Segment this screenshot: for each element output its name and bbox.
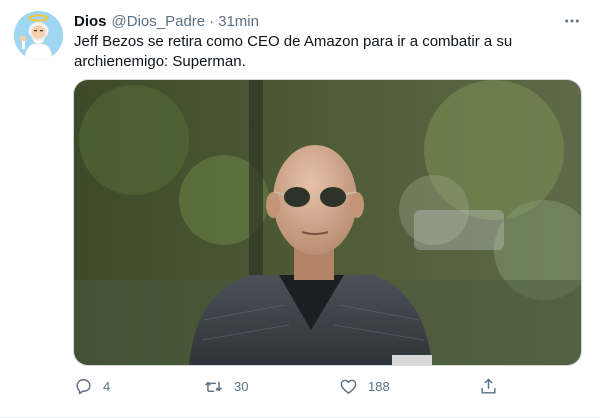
retweet-icon [205, 380, 222, 392]
tweet-text-line: Jeff Bezos se retira como CEO de Amazon … [74, 33, 513, 50]
header-separator: · [209, 12, 215, 30]
author-avatar[interactable] [14, 11, 63, 60]
author-name[interactable]: Dios [74, 13, 107, 30]
tweet-media-image[interactable] [73, 79, 582, 366]
like-icon [340, 379, 357, 394]
tweet-timestamp[interactable]: 31min [218, 13, 259, 30]
reply-button[interactable]: 4 [74, 372, 110, 400]
tweet-text-line: archienemigo: Superman. [74, 53, 246, 70]
more-options-button[interactable] [560, 9, 584, 33]
like-count: 188 [368, 378, 390, 394]
retweet-count: 30 [234, 378, 249, 394]
more-horizontal-icon [565, 19, 579, 23]
tweet-header: Dios @Dios_Padre · 31min [74, 11, 259, 31]
tweet-actions-bar: 4 30 188 [70, 372, 510, 400]
share-button[interactable] [479, 372, 508, 400]
photo-image [74, 80, 581, 365]
like-button[interactable]: 188 [339, 372, 390, 400]
author-handle[interactable]: @Dios_Padre [112, 13, 206, 30]
retweet-button[interactable]: 30 [203, 372, 248, 400]
god-cartoon-icon [14, 11, 63, 60]
tweet-text: Jeff Bezos se retira como CEO de Amazon … [74, 32, 574, 72]
share-icon [481, 378, 496, 394]
reply-count: 4 [103, 378, 111, 394]
tweet-card[interactable]: Dios @Dios_Padre · 31min Jeff Bezos se r… [0, 0, 600, 418]
reply-icon [76, 378, 91, 394]
